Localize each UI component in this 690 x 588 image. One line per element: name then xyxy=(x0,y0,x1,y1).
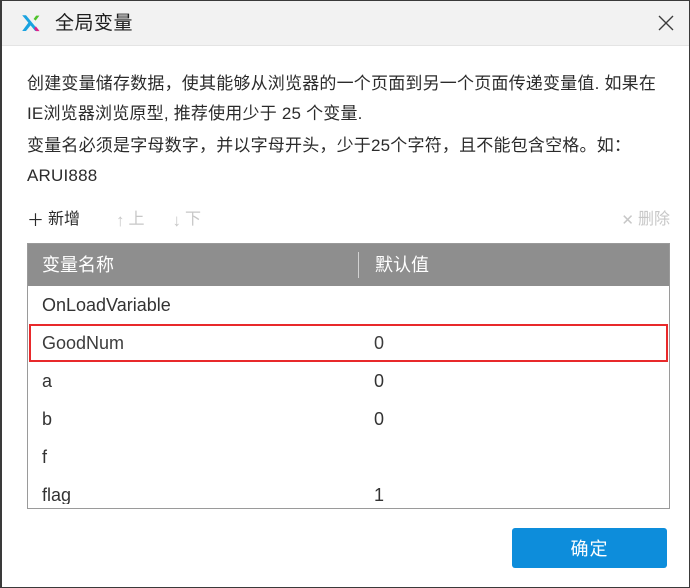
global-variables-dialog: 全局变量 创建变量储存数据，使其能够从浏览器的一个页面到另一个页面传递变量值. … xyxy=(0,0,690,588)
cell-default-value[interactable]: 1 xyxy=(358,486,669,504)
cell-variable-name[interactable]: a xyxy=(28,372,358,390)
column-header-variable-name: 变量名称 xyxy=(42,255,114,275)
table-row[interactable]: OnLoadVariable xyxy=(28,286,669,324)
dialog-footer: 确定 xyxy=(2,509,689,587)
close-x-icon: ✕ xyxy=(621,211,634,229)
variables-table: 变量名称 默认值 OnLoadVariable GoodNum 0 a 0 b 0 f flag… xyxy=(27,243,670,509)
confirm-button[interactable]: 确定 xyxy=(512,528,667,568)
cell-default-value[interactable]: 0 xyxy=(361,334,666,352)
table-row[interactable]: flag 1 xyxy=(28,476,669,508)
add-variable-button[interactable]: ＋ 新增 xyxy=(27,212,80,229)
variables-toolbar: ＋ 新增 ↑ 上 ↓ 下 ✕ 删除 xyxy=(27,205,670,235)
table-row[interactable]: f xyxy=(28,438,669,476)
description-paragraph-2: 变量名必须是字母数字，并以字母开头，少于25个字符，且不能包含空格。如：ARUI… xyxy=(27,136,632,185)
description-paragraph-1: 创建变量储存数据，使其能够从浏览器的一个页面到另一个页面传递变量值. 如果在IE… xyxy=(27,74,657,123)
delete-variable-button[interactable]: ✕ 删除 xyxy=(621,212,670,228)
cell-variable-name[interactable]: GoodNum xyxy=(31,334,361,352)
table-body: OnLoadVariable GoodNum 0 a 0 b 0 f flag 1 xyxy=(28,286,669,508)
move-up-button[interactable]: ↑ 上 xyxy=(116,212,145,229)
cell-variable-name[interactable]: flag xyxy=(28,486,358,504)
move-up-label: 上 xyxy=(128,211,145,228)
table-row[interactable]: b0 xyxy=(28,400,669,438)
move-down-button[interactable]: ↓ 下 xyxy=(173,212,202,229)
table-header-row: 变量名称 默认值 xyxy=(28,244,669,286)
cell-default-value[interactable]: 0 xyxy=(358,410,669,428)
cell-variable-name[interactable]: b xyxy=(28,410,358,428)
move-down-label: 下 xyxy=(185,211,202,228)
add-variable-label: 新增 xyxy=(48,211,81,228)
close-icon xyxy=(658,15,674,31)
close-button[interactable] xyxy=(642,1,689,45)
arrow-up-icon: ↑ xyxy=(116,210,125,230)
table-row[interactable]: GoodNum 0 xyxy=(29,324,668,362)
arrow-down-icon: ↓ xyxy=(172,210,182,230)
table-row[interactable]: a0 xyxy=(28,362,669,400)
dialog-titlebar: 全局变量 xyxy=(2,1,689,46)
xmind-x-logo-icon xyxy=(22,15,40,32)
delete-variable-label: 删除 xyxy=(637,211,670,228)
dialog-title: 全局变量 xyxy=(55,12,134,34)
cell-variable-name[interactable]: f xyxy=(28,448,358,466)
cell-default-value[interactable]: 0 xyxy=(358,372,669,390)
column-header-default-value: 默认值 xyxy=(358,252,669,278)
cell-variable-name[interactable]: OnLoadVariable xyxy=(28,296,358,314)
plus-icon: ＋ xyxy=(27,210,44,230)
